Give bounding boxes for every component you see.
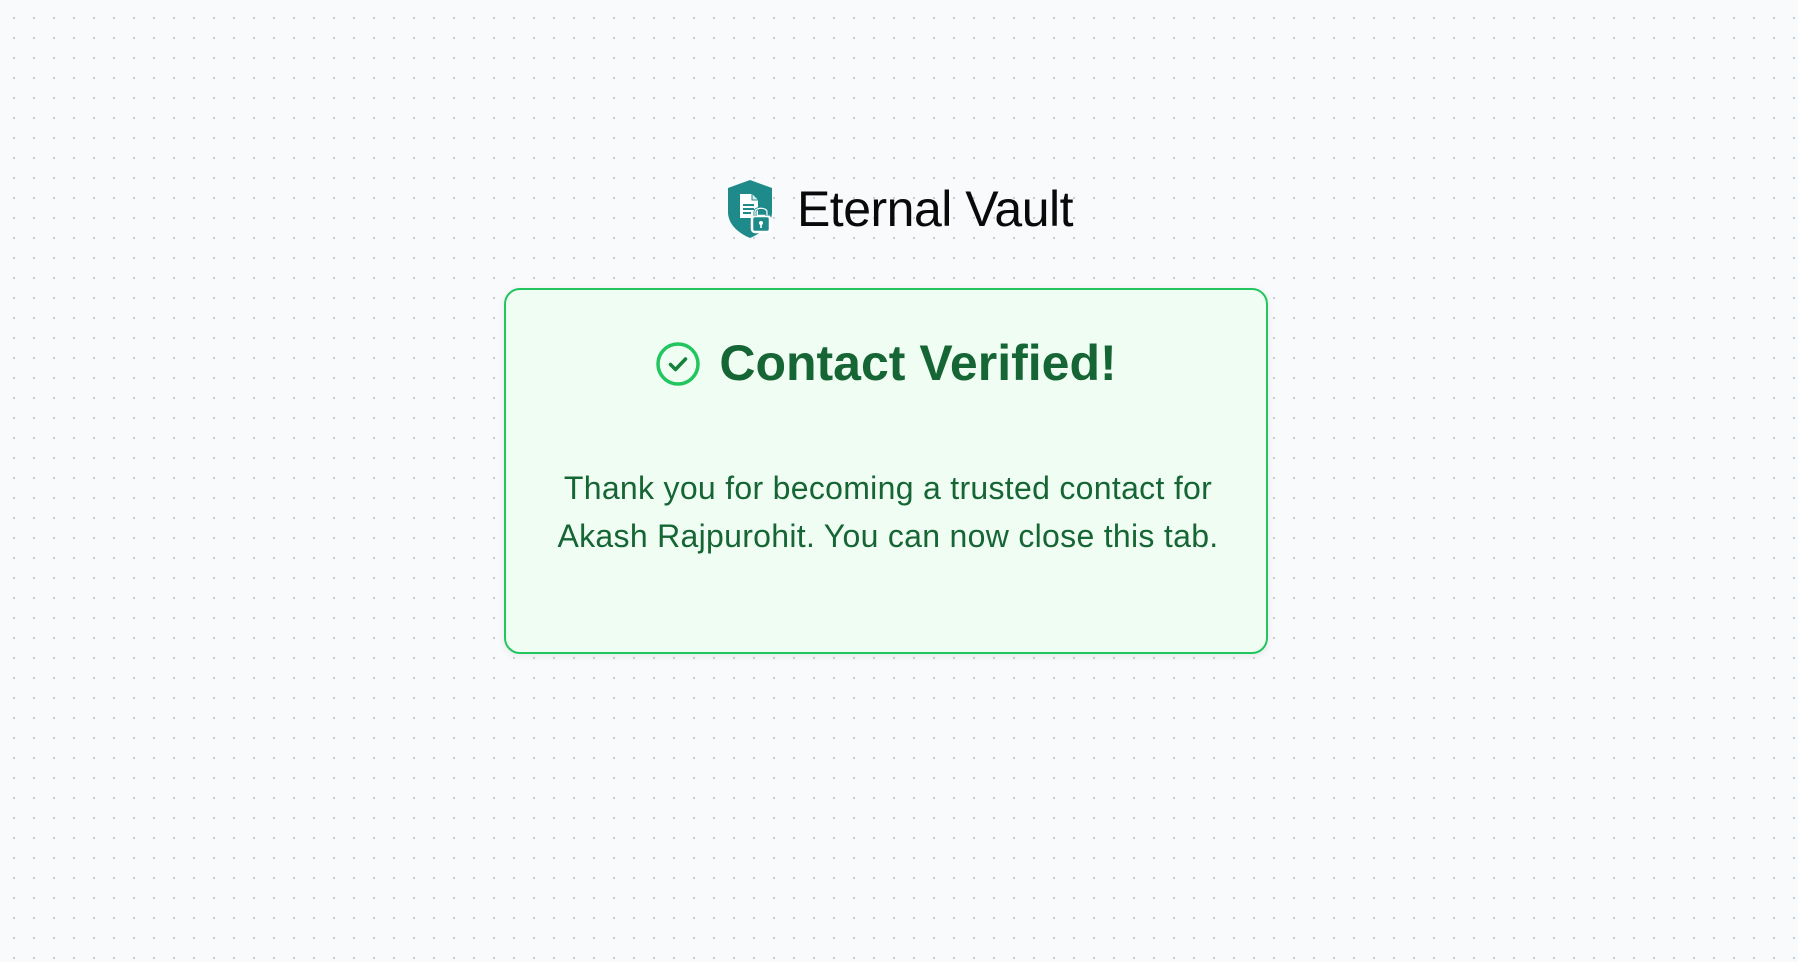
check-circle-icon: [656, 341, 701, 386]
brand-name: Eternal Vault: [796, 181, 1074, 237]
verification-success-card: Contact Verified! Thank you for becoming…: [504, 288, 1268, 654]
card-message: Thank you for becoming a trusted contact…: [557, 470, 1219, 554]
card-title: Contact Verified!: [719, 335, 1117, 391]
card-header: Contact Verified!: [506, 336, 1266, 391]
brand-header: Eternal Vault: [0, 176, 1798, 242]
shield-document-lock-icon: [727, 180, 772, 238]
